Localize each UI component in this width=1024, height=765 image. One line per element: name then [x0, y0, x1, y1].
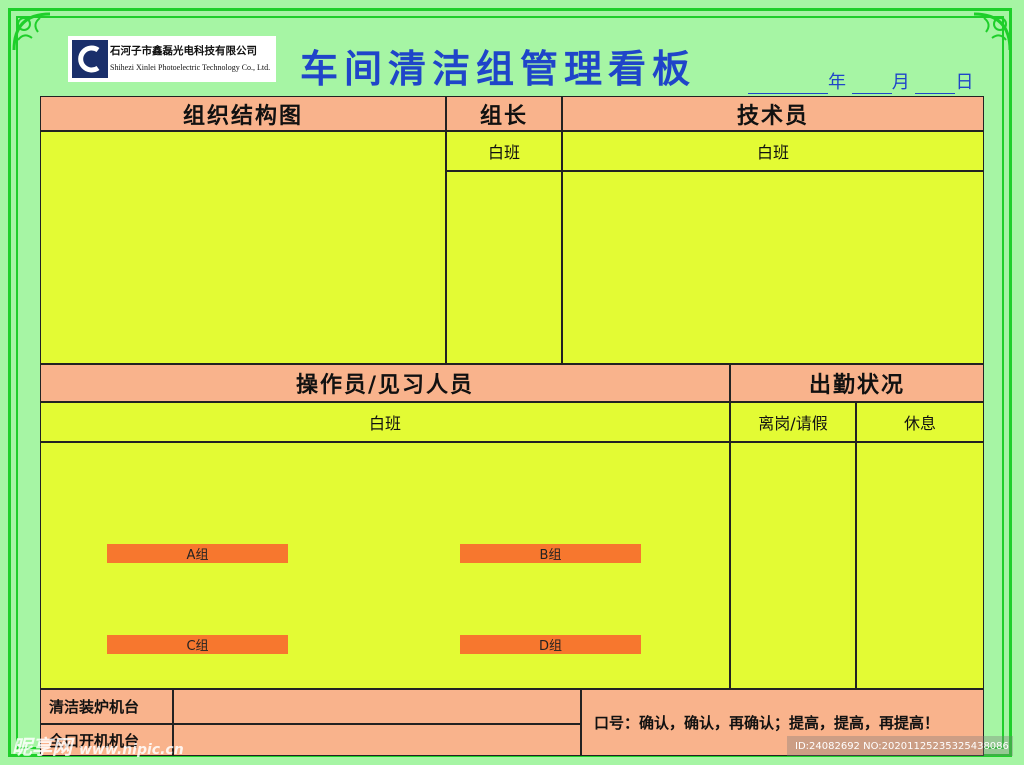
board-title: 车间清洁组管理看板 — [300, 47, 697, 91]
leader-shift: 白班 — [446, 131, 562, 171]
attendance-leave-label: 离岗/请假 — [730, 402, 856, 442]
attendance-rest-area[interactable] — [856, 442, 984, 689]
watermark-url: www.nipic.cn — [78, 742, 184, 758]
operators-shift: 白班 — [40, 402, 730, 442]
group-a-tag: A组 — [107, 544, 288, 563]
group-c-tag: C组 — [107, 635, 288, 654]
month-blank[interactable] — [851, 75, 892, 94]
day-blank[interactable] — [915, 75, 956, 94]
operators-header: 操作员/见习人员 — [40, 364, 730, 402]
corner-ornament-icon — [12, 12, 51, 51]
date-line: 年 月 日 — [748, 68, 973, 94]
technician-shift: 白班 — [562, 131, 984, 171]
org-chart-area[interactable] — [40, 131, 446, 364]
month-label: 月 — [891, 72, 910, 93]
group-d-tag: D组 — [460, 635, 641, 654]
day-label: 日 — [955, 72, 974, 93]
attendance-header: 出勤状况 — [730, 364, 984, 402]
watermark-site: 昵享网 — [12, 735, 72, 759]
technician-area[interactable] — [562, 171, 984, 364]
watermark-logo: 昵享网 www.nipic.cn — [12, 731, 184, 760]
year-label: 年 — [828, 72, 846, 93]
technician-header: 技术员 — [562, 96, 984, 131]
group-b-tag: B组 — [460, 544, 641, 563]
attendance-leave-area[interactable] — [730, 442, 856, 689]
cleaning-machines-label: 清洁装炉机台 — [40, 689, 173, 724]
cleaning-machines-field[interactable] — [173, 689, 581, 724]
company-name-cn: 石河子市鑫磊光电科技有限公司 — [110, 45, 257, 57]
board-table: 组织结构图 组长 技术员 白班 白班 操作员/见习人员 出勤状况 白班 离岗/请… — [40, 96, 984, 756]
leader-header: 组长 — [446, 96, 562, 131]
year-blank[interactable] — [748, 75, 828, 94]
watermark-id: ID:24082692 NO:20201125235325438086 — [787, 736, 1013, 756]
corner-ornament-icon — [973, 12, 1012, 51]
org-chart-header: 组织结构图 — [40, 96, 446, 131]
company-name-en: Shihezi Xinlei Photoelectric Technology … — [110, 63, 271, 72]
attendance-rest-label: 休息 — [856, 402, 984, 442]
running-machines-field[interactable] — [173, 724, 581, 756]
company-logo: 石河子市鑫磊光电科技有限公司 Shihezi Xinlei Photoelect… — [68, 36, 276, 82]
leader-area[interactable] — [446, 171, 562, 364]
company-logo-icon — [72, 40, 108, 78]
